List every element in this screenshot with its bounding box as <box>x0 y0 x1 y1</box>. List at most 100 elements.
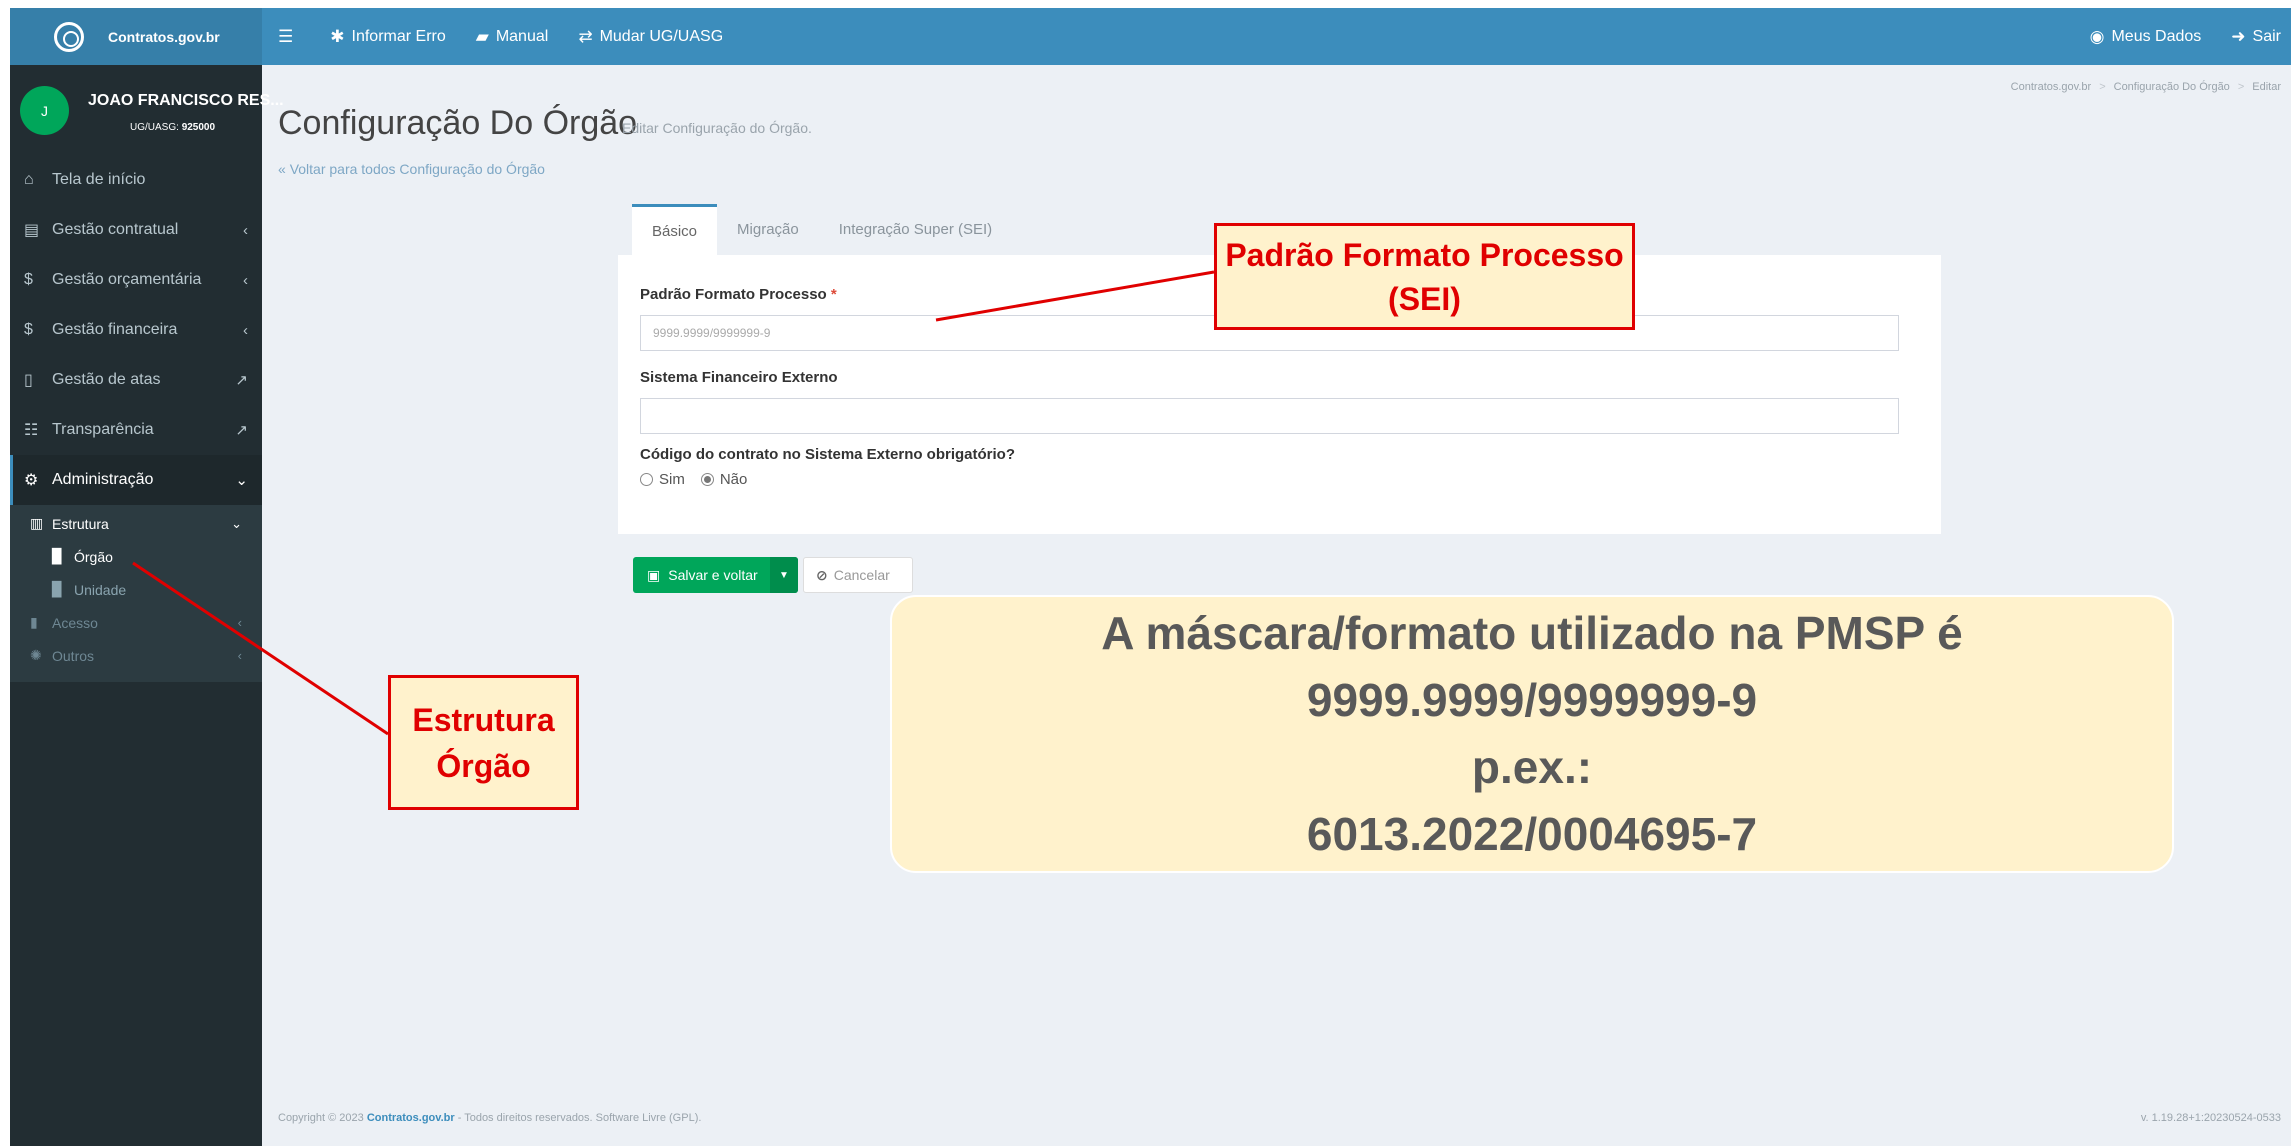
codigo-contrato-label: Código do contrato no Sistema Externo ob… <box>640 446 1016 463</box>
required-marker: * <box>830 286 837 303</box>
sidebar-item-label: Acesso <box>52 614 98 631</box>
sidebar-item-label: Outros <box>52 647 95 664</box>
administracao-submenu: ▥ Estrutura ⌄ ▉ Órgão ▉ Unidade ▮ Acesso… <box>10 505 262 682</box>
radio-sim-label: Sim <box>659 471 685 488</box>
top-nav-right: ◉ Meus Dados ➜ Sair <box>2060 8 2281 65</box>
form-tabs: Básico Migração Integração Super (SEI) <box>632 204 1012 255</box>
manual-link[interactable]: ▰ Manual <box>476 27 549 47</box>
sidebar-item-administracao[interactable]: ⚙ Administração ⌄ <box>10 455 262 505</box>
cancel-button[interactable]: ⊘ Cancelar <box>803 557 913 593</box>
save-dropdown-toggle[interactable]: ▼ <box>770 557 798 593</box>
footer-copyright-suffix: - Todos direitos reservados. Software Li… <box>457 1112 702 1124</box>
dollar-icon: $ <box>24 321 33 338</box>
breadcrumb: Contratos.gov.br > Configuração Do Órgão > E… <box>2011 81 2281 93</box>
bug-icon: ✱ <box>330 26 345 46</box>
sidebar-item-acesso[interactable]: ▮ Acesso ‹ <box>10 606 262 639</box>
app-window: Contratos.gov.br ☰ ✱ Informar Erro ▰ Man… <box>10 8 2291 1146</box>
chevron-left-icon: ‹ <box>237 615 242 630</box>
sidebar-toggle-button[interactable]: ☰ <box>278 27 300 47</box>
avatar: J <box>20 86 69 135</box>
save-button-group: ▣ Salvar e voltar ▼ <box>633 557 798 593</box>
home-icon: ⌂ <box>24 171 34 188</box>
sidebar-item-estrutura[interactable]: ▥ Estrutura ⌄ <box>10 507 262 540</box>
sidebar-item-gestao-atas[interactable]: ▯ Gestão de atas ↗ <box>10 355 262 405</box>
sidebar-item-gestao-contratual[interactable]: ▤ Gestão contratual ‹ <box>10 205 262 255</box>
save-button[interactable]: ▣ Salvar e voltar <box>633 567 770 584</box>
sair-label: Sair <box>2252 27 2281 45</box>
padrao-formato-label: Padrão Formato Processo * <box>640 286 837 303</box>
sidebar-item-gestao-orcamentaria[interactable]: $ Gestão orçamentária ‹ <box>10 255 262 305</box>
back-link-label: Voltar para todos Configuração do Órgão <box>289 161 545 177</box>
sign-out-icon: ➜ <box>2231 26 2246 46</box>
breadcrumb-separator-icon: > <box>2099 81 2106 93</box>
breadcrumb-separator-icon: > <box>2237 81 2245 93</box>
tab-migracao[interactable]: Migração <box>717 204 819 255</box>
sistema-financeiro-label: Sistema Financeiro Externo <box>640 369 838 386</box>
sair-link[interactable]: ➜ Sair <box>2231 27 2281 47</box>
mudar-uasg-link[interactable]: ⇄ Mudar UG/UASG <box>578 27 723 47</box>
sidebar-item-label: Órgão <box>74 548 113 565</box>
informar-erro-link[interactable]: ✱ Informar Erro <box>330 27 446 47</box>
breadcrumb-current: Editar <box>2252 81 2281 93</box>
sidebar-item-unidade[interactable]: ▉ Unidade <box>10 573 262 606</box>
footer-brand-link[interactable]: Contratos.gov.br <box>367 1112 455 1124</box>
annotation-info-line4: 6013.2022/0004695-7 <box>1306 808 1758 860</box>
sidebar-item-label: Tela de início <box>52 171 146 188</box>
logo-icon <box>54 21 84 52</box>
book-icon: ▰ <box>475 26 489 46</box>
chevron-left-icon: ‹ <box>237 648 242 663</box>
dollar-icon: $ <box>24 271 33 288</box>
top-nav-left: ☰ ✱ Informar Erro ▰ Manual ⇄ Mudar UG/UA… <box>278 8 753 65</box>
tab-integracao-sei[interactable]: Integração Super (SEI) <box>819 204 1012 255</box>
annotation-sei-callout: Padrão Formato Processo (SEI) <box>1214 223 1635 330</box>
brand[interactable]: Contratos.gov.br <box>10 8 262 65</box>
annotation-estrutura-line1: Estrutura <box>412 701 555 738</box>
sidebar: J JOAO FRANCISCO RES... UG/UASG: 925000 … <box>10 65 284 1146</box>
sidebar-item-label: Gestão orçamentária <box>52 271 202 288</box>
sidebar-item-gestao-financeira[interactable]: $ Gestão financeira ‹ <box>10 305 262 355</box>
sidebar-item-label: Transparência <box>52 421 154 438</box>
caret-down-icon: ▼ <box>779 569 789 581</box>
tab-basico[interactable]: Básico <box>632 204 718 255</box>
floppy-disk-icon: ▣ <box>647 566 661 583</box>
external-link-icon: ↗ <box>235 372 248 389</box>
manual-label: Manual <box>495 27 549 45</box>
hamburger-icon: ☰ <box>278 26 294 46</box>
sidebar-item-outros[interactable]: ✺ Outros ‹ <box>10 639 262 672</box>
user-circle-icon: ◉ <box>2089 26 2105 46</box>
meus-dados-link[interactable]: ◉ Meus Dados <box>2090 27 2202 47</box>
footer-copyright: Copyright © 2023 Contratos.gov.br - Todo… <box>278 1112 701 1124</box>
sidebar-item-tela-inicio[interactable]: ⌂ Tela de início <box>10 155 262 205</box>
meus-dados-label: Meus Dados <box>2111 27 2202 45</box>
annotation-estrutura-line2: Órgão <box>436 747 531 784</box>
footer-version: v. 1.19.28+1:20230524-0533 <box>2140 1112 2281 1124</box>
back-link[interactable]: « Voltar para todos Configuração do Órgã… <box>278 161 545 177</box>
sidebar-item-label: Unidade <box>74 581 127 598</box>
radio-sim[interactable]: Sim <box>640 471 685 488</box>
user-panel: J JOAO FRANCISCO RES... UG/UASG: 925000 <box>10 65 284 155</box>
annotation-estrutura-callout: Estrutura Órgão <box>388 675 579 810</box>
breadcrumb-home[interactable]: Contratos.gov.br <box>2011 81 2092 93</box>
gear-icon: ✺ <box>30 647 42 663</box>
sistema-financeiro-input[interactable] <box>640 398 1899 434</box>
mudar-uasg-label: Mudar UG/UASG <box>599 27 724 45</box>
file-icon: ▯ <box>24 372 33 389</box>
exchange-icon: ⇄ <box>578 26 593 46</box>
breadcrumb-section[interactable]: Configuração Do Órgão <box>2114 81 2230 93</box>
annotation-info-line1: A máscara/formato utilizado na PMSP é <box>1101 607 1963 659</box>
chevron-down-icon: ⌄ <box>235 472 248 489</box>
brand-name: Contratos.gov.br <box>108 28 220 45</box>
radio-nao[interactable]: Não <box>700 471 747 488</box>
cancel-button-label: Cancelar <box>833 567 890 583</box>
sidebar-item-orgao[interactable]: ▉ Órgão <box>10 540 262 573</box>
chevron-left-icon: ‹ <box>243 321 248 339</box>
chevron-left-icon: ‹ <box>243 271 248 289</box>
sidebar-item-label: Estrutura <box>52 515 109 532</box>
sidebar-item-label: Gestão de atas <box>52 371 161 388</box>
bank-icon: ▥ <box>30 515 44 531</box>
sidebar-item-label: Gestão contratual <box>52 221 179 238</box>
sidebar-item-transparencia[interactable]: ☷ Transparência ↗ <box>10 405 262 455</box>
annotation-info-callout: A máscara/formato utilizado na PMSP é 99… <box>890 595 2174 873</box>
codigo-contrato-radios: Sim Não <box>640 471 763 488</box>
cogs-icon: ⚙ <box>24 472 39 489</box>
